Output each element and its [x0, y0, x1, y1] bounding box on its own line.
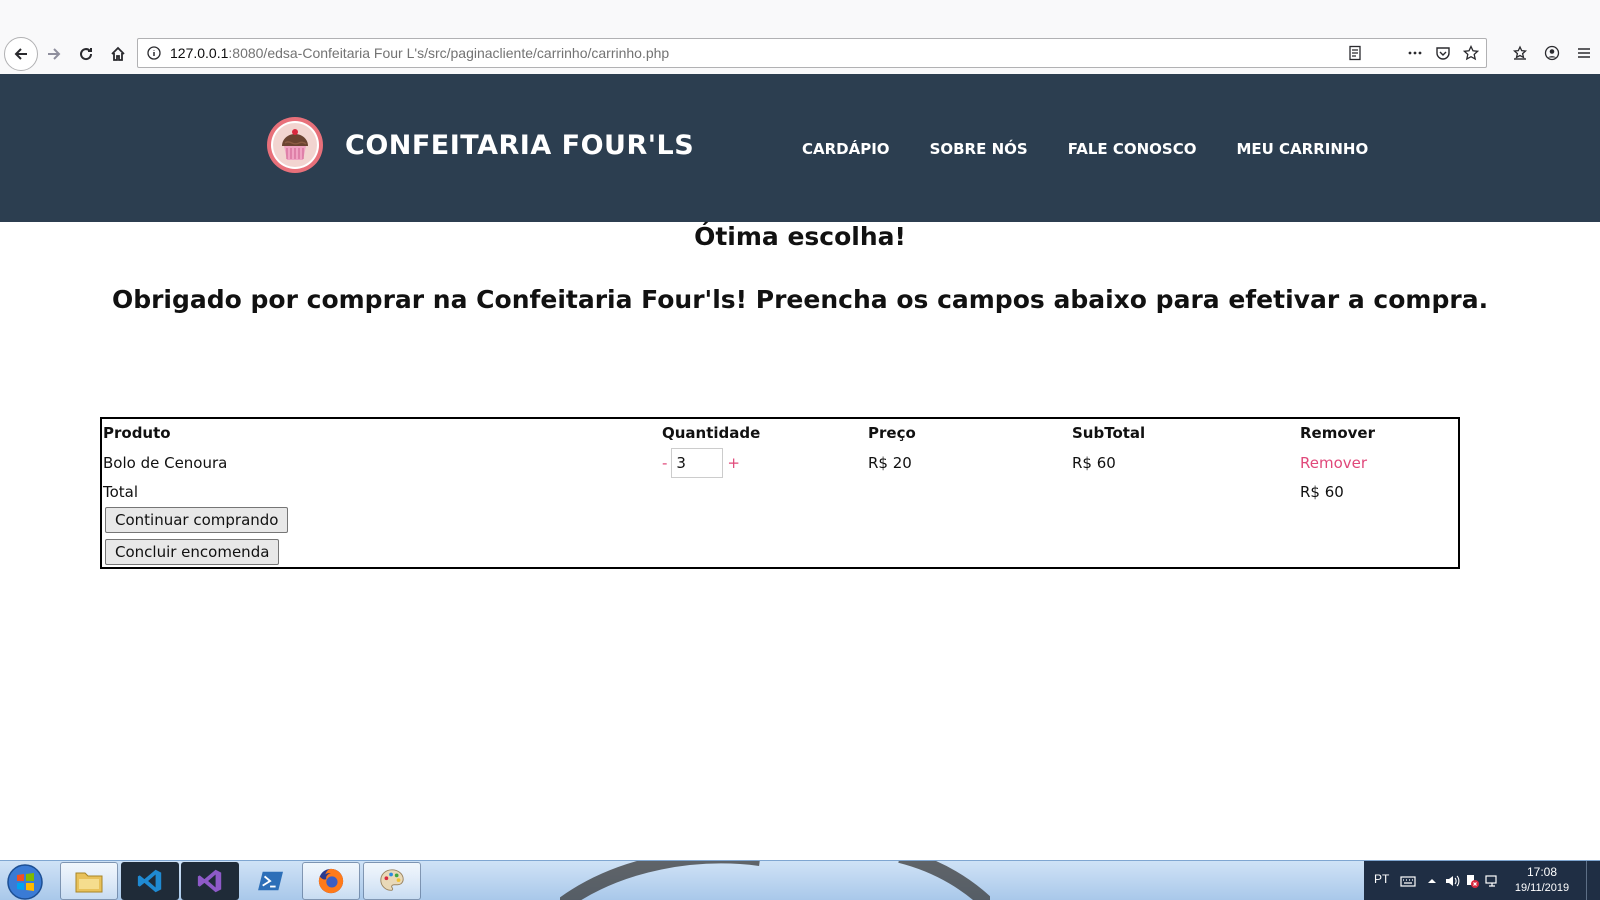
nav-cardapio[interactable]: CARDÁPIO	[802, 140, 890, 158]
header-subtotal: SubTotal	[1072, 424, 1146, 442]
action-center-alert-icon[interactable]	[1464, 873, 1480, 889]
cupcake-logo-icon[interactable]	[265, 115, 325, 175]
page-heading: Ótima escolha!	[694, 222, 906, 251]
forward-button[interactable]	[38, 38, 70, 70]
finish-order-button[interactable]: Concluir encomenda	[105, 539, 280, 565]
total-value: R$ 60	[1300, 483, 1344, 501]
folder-icon	[75, 872, 103, 893]
vscode-task[interactable]	[121, 862, 179, 900]
item-price: R$ 20	[868, 454, 912, 472]
total-label: Total	[103, 483, 139, 501]
home-button[interactable]	[102, 38, 134, 70]
clock-time[interactable]: 17:08	[1514, 865, 1570, 879]
paint-task[interactable]	[363, 862, 421, 900]
browser-toolbar: 127.0.0.1:8080/edsa-Confeitaria Four L's…	[0, 0, 1600, 74]
quantity-decrease-button[interactable]: -	[662, 454, 667, 472]
info-icon[interactable]	[147, 46, 161, 60]
arrow-left-icon	[14, 48, 27, 60]
header-quantity: Quantidade	[662, 424, 761, 442]
header-price: Preço	[868, 424, 916, 442]
reload-icon	[80, 48, 93, 61]
powershell-task[interactable]	[242, 862, 300, 900]
vscode-icon	[137, 869, 162, 893]
arrow-right-icon	[48, 48, 61, 60]
visual-studio-task[interactable]	[181, 862, 239, 900]
nav-meu-carrinho[interactable]: MEU CARRINHO	[1236, 140, 1368, 158]
pocket-icon[interactable]	[1434, 44, 1452, 62]
powershell-icon	[258, 871, 283, 891]
paint-palette-icon	[380, 869, 404, 891]
taskbar: PT 17:08 19/11/2019	[0, 860, 1600, 900]
account-icon[interactable]	[1536, 38, 1568, 68]
language-indicator[interactable]: PT	[1374, 872, 1389, 886]
file-explorer-task[interactable]	[60, 862, 118, 900]
site-title[interactable]: CONFEITARIA FOUR'LS	[345, 130, 694, 161]
page-subheading: Obrigado por comprar na Confeitaria Four…	[111, 285, 1489, 314]
nav-sobre-nos[interactable]: SOBRE NÓS	[930, 140, 1028, 158]
site-header: CONFEITARIA FOUR'LS CARDÁPIO SOBRE NÓS F…	[0, 74, 1600, 222]
home-icon	[111, 46, 125, 61]
visual-studio-icon	[197, 869, 222, 893]
back-button[interactable]	[4, 37, 38, 71]
quantity-stepper: - +	[662, 448, 740, 478]
toolbar-right	[1504, 38, 1600, 68]
remove-item-link[interactable]: Remover	[1300, 454, 1367, 472]
nav-fale-conosco[interactable]: FALE CONOSCO	[1068, 140, 1197, 158]
item-product: Bolo de Cenoura	[103, 454, 228, 472]
quantity-input[interactable]	[671, 448, 724, 478]
item-subtotal: R$ 60	[1072, 454, 1116, 472]
firefox-task[interactable]	[302, 862, 360, 900]
quantity-increase-button[interactable]: +	[727, 454, 740, 472]
reload-button[interactable]	[70, 38, 102, 70]
show-hidden-icons-icon[interactable]	[1424, 873, 1440, 889]
page-actions-icon[interactable]	[1406, 44, 1424, 62]
system-tray: PT 17:08 19/11/2019	[1364, 861, 1600, 900]
keyboard-icon[interactable]	[1400, 873, 1416, 889]
reader-view-icon[interactable]	[1346, 44, 1364, 62]
address-bar[interactable]: 127.0.0.1:8080/edsa-Confeitaria Four L's…	[137, 38, 1487, 68]
menu-icon[interactable]	[1568, 38, 1600, 68]
header-product: Produto	[103, 424, 171, 442]
url-host: 127.0.0.1	[170, 45, 229, 61]
header-remove: Remover	[1300, 424, 1376, 442]
firefox-icon	[318, 868, 344, 894]
clock-date[interactable]: 19/11/2019	[1510, 882, 1574, 894]
cart-table: Produto Quantidade Preço SubTotal Remove…	[100, 417, 1460, 569]
url-path: :8080/edsa-Confeitaria Four L's/src/pagi…	[228, 45, 670, 61]
windows-start-icon[interactable]	[6, 863, 44, 900]
main-nav: CARDÁPIO SOBRE NÓS FALE CONOSCO MEU CARR…	[802, 140, 1368, 158]
network-icon[interactable]	[1484, 873, 1500, 889]
volume-icon[interactable]	[1444, 873, 1460, 889]
show-desktop-button[interactable]	[1586, 861, 1600, 900]
bookmark-star-icon[interactable]	[1462, 44, 1480, 62]
continue-shopping-button[interactable]: Continuar comprando	[105, 507, 289, 533]
library-icon[interactable]	[1504, 38, 1536, 68]
wallpaper-swoosh	[560, 861, 990, 900]
